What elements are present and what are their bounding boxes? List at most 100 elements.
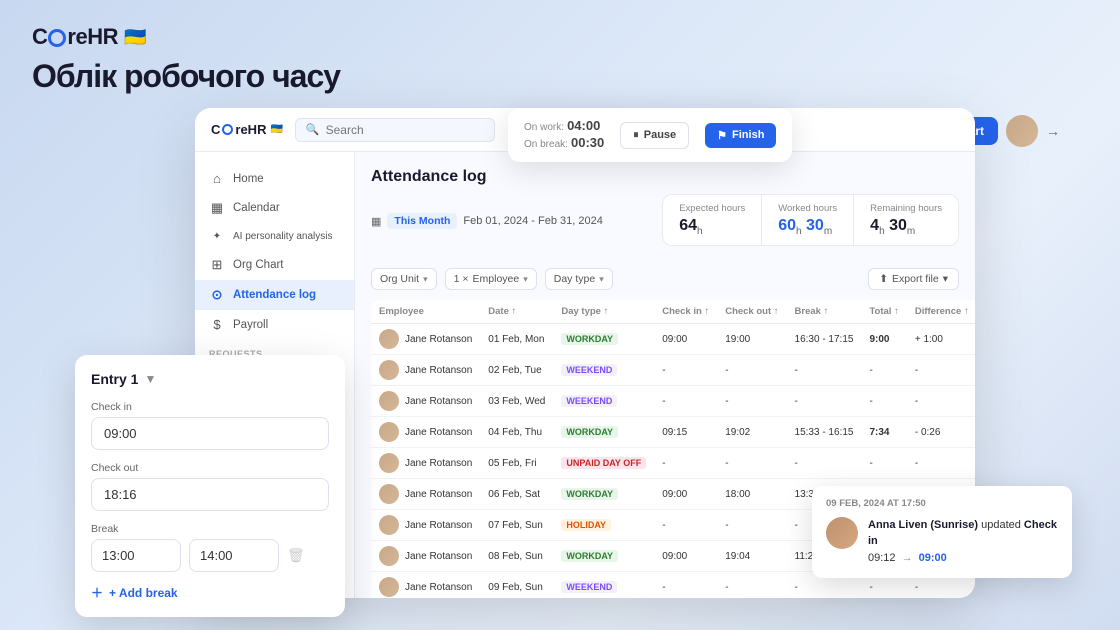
break-end-input[interactable]	[189, 539, 279, 572]
sidebar-item-home[interactable]: ⌂ Home	[195, 164, 354, 193]
cell-employee: Jane Rotanson	[371, 448, 480, 479]
brand-name: CreHR	[32, 24, 118, 50]
cell-employee: Jane Rotanson	[371, 386, 480, 417]
cell-date: 09 Feb, Sun	[480, 572, 553, 598]
payroll-icon: $	[209, 317, 225, 332]
search-input[interactable]	[326, 123, 484, 137]
cell-checkin: 09:15	[654, 417, 717, 448]
app-logo: CreHR 🇺🇦	[211, 122, 283, 137]
attendance-title: Attendance log	[371, 168, 959, 186]
filter-icon: ▼	[144, 372, 156, 386]
search-bar[interactable]: 🔍	[295, 118, 495, 142]
notif-new-value: 09:00	[919, 552, 947, 564]
on-work-value: 04:00	[567, 118, 600, 133]
flag-icon: 🇺🇦	[124, 27, 146, 48]
sidebar-item-org-label: Org Chart	[233, 259, 284, 271]
cell-employee: Jane Rotanson	[371, 479, 480, 510]
flag-finish-icon: ⚑	[717, 129, 727, 142]
cell-checkin: -	[654, 386, 717, 417]
cell-daytype: WEEKEND	[553, 572, 654, 598]
finish-button[interactable]: ⚑ Finish	[705, 123, 776, 148]
calendar-filter-icon: ▦	[371, 215, 381, 228]
sidebar-item-ai[interactable]: ✦ AI personality analysis	[195, 223, 354, 250]
chevron-down-icon-2: ▾	[523, 274, 528, 285]
cell-checkout: 19:04	[717, 541, 786, 572]
check-out-label: Check out	[91, 462, 329, 474]
attendance-icon: ⊙	[209, 287, 225, 303]
cell-diff: -	[907, 355, 975, 386]
sidebar-item-attendance[interactable]: ⊙ Attendance log	[195, 280, 354, 310]
timer-info: On work: 04:00 On break: 00:30	[524, 118, 604, 152]
sidebar-item-payroll-label: Payroll	[233, 319, 268, 331]
on-break-row: On break: 00:30	[524, 135, 604, 150]
stats-row: Expected hours 64h Worked hours 60h 30m	[662, 194, 959, 246]
cell-checkout: 19:02	[717, 417, 786, 448]
cell-daytype: WORKDAY	[553, 417, 654, 448]
col-break: Break ↑	[787, 300, 862, 324]
sidebar-item-home-label: Home	[233, 173, 264, 185]
pause-icon: ⏸	[633, 129, 639, 142]
logout-icon[interactable]: →	[1046, 123, 1060, 139]
cell-employee: Jane Rotanson	[371, 572, 480, 598]
user-avatar[interactable]	[1006, 115, 1038, 147]
employee-avatar	[379, 422, 399, 442]
table-row: Jane Rotanson 05 Feb, Fri UNPAID DAY OFF…	[371, 448, 975, 479]
cell-diff: - 0:26	[907, 417, 975, 448]
sidebar-item-calendar[interactable]: ▦ Calendar	[195, 193, 354, 223]
cell-checkin: -	[654, 355, 717, 386]
logo-icon	[48, 29, 66, 47]
cell-daytype: WEEKEND	[553, 386, 654, 417]
col-total: Total ↑	[861, 300, 906, 324]
cell-date: 06 Feb, Sat	[480, 479, 553, 510]
day-type-badge: WEEKEND	[561, 581, 617, 593]
table-row: Jane Rotanson 02 Feb, Tue WEEKEND - - - …	[371, 355, 975, 386]
timer-widget: On work: 04:00 On break: 00:30 ⏸ Pause ⚑…	[508, 108, 792, 162]
check-in-input[interactable]	[91, 417, 329, 450]
col-checkin: Check in ↑	[654, 300, 717, 324]
add-break-button[interactable]: ＋ + Add break	[91, 584, 178, 601]
col-checkout: Check out ↑	[717, 300, 786, 324]
export-button[interactable]: ⬆ Export file ▾	[868, 268, 959, 290]
worked-hours-box: Worked hours 60h 30m	[762, 195, 854, 245]
org-unit-filter[interactable]: Org Unit ▾	[371, 268, 437, 290]
cell-date: 03 Feb, Wed	[480, 386, 553, 417]
table-row: Jane Rotanson 01 Feb, Mon WORKDAY 09:00 …	[371, 324, 975, 355]
cell-checkin: -	[654, 448, 717, 479]
day-type-filter[interactable]: Day type ▾	[545, 268, 613, 290]
cell-daytype: WEEKEND	[553, 355, 654, 386]
sidebar-item-calendar-label: Calendar	[233, 202, 280, 214]
employee-filter[interactable]: 1 × Employee ▾	[445, 268, 537, 290]
delete-break-icon[interactable]: 🗑	[287, 547, 305, 564]
employee-name: Jane Rotanson	[405, 396, 472, 407]
break-start-input[interactable]	[91, 539, 181, 572]
expected-hours-box: Expected hours 64h	[663, 195, 762, 245]
entry-panel: Entry 1 ▼ Check in Check out Break 🗑 ＋ +…	[75, 355, 345, 617]
notification-card: 09 FEB, 2024 AT 17:50 Anna Liven (Sunris…	[812, 486, 1072, 579]
employee-avatar	[379, 453, 399, 473]
check-in-label: Check in	[91, 401, 329, 413]
sidebar-item-payroll[interactable]: $ Payroll	[195, 310, 354, 339]
finish-label: Finish	[732, 129, 764, 141]
col-daytype: Day type ↑	[553, 300, 654, 324]
cell-checkin: 09:00	[654, 324, 717, 355]
expected-label: Expected hours	[679, 203, 745, 214]
check-out-input[interactable]	[91, 478, 329, 511]
cell-daytype: HOLIDAY	[553, 510, 654, 541]
cell-employee: Jane Rotanson	[371, 510, 480, 541]
cell-date: 07 Feb, Sun	[480, 510, 553, 541]
export-icon: ⬆	[879, 273, 888, 285]
employee-name: Jane Rotanson	[405, 551, 472, 562]
month-tag[interactable]: This Month	[387, 213, 457, 229]
notif-avatar	[826, 517, 858, 549]
entry-title: Entry 1 ▼	[91, 371, 329, 387]
cell-checkin: -	[654, 510, 717, 541]
date-filter: ▦ This Month Feb 01, 2024 - Feb 31, 2024	[371, 213, 603, 229]
cell-date: 05 Feb, Fri	[480, 448, 553, 479]
sidebar-item-org[interactable]: ⊞ Org Chart	[195, 250, 354, 280]
remaining-hours-box: Remaining hours 4h 30m	[854, 195, 958, 245]
pause-button[interactable]: ⏸ Pause	[620, 122, 689, 149]
break-label: Break	[91, 523, 329, 535]
export-label: Export file	[892, 273, 939, 285]
employee-avatar	[379, 360, 399, 380]
sidebar-item-attendance-label: Attendance log	[233, 289, 316, 301]
